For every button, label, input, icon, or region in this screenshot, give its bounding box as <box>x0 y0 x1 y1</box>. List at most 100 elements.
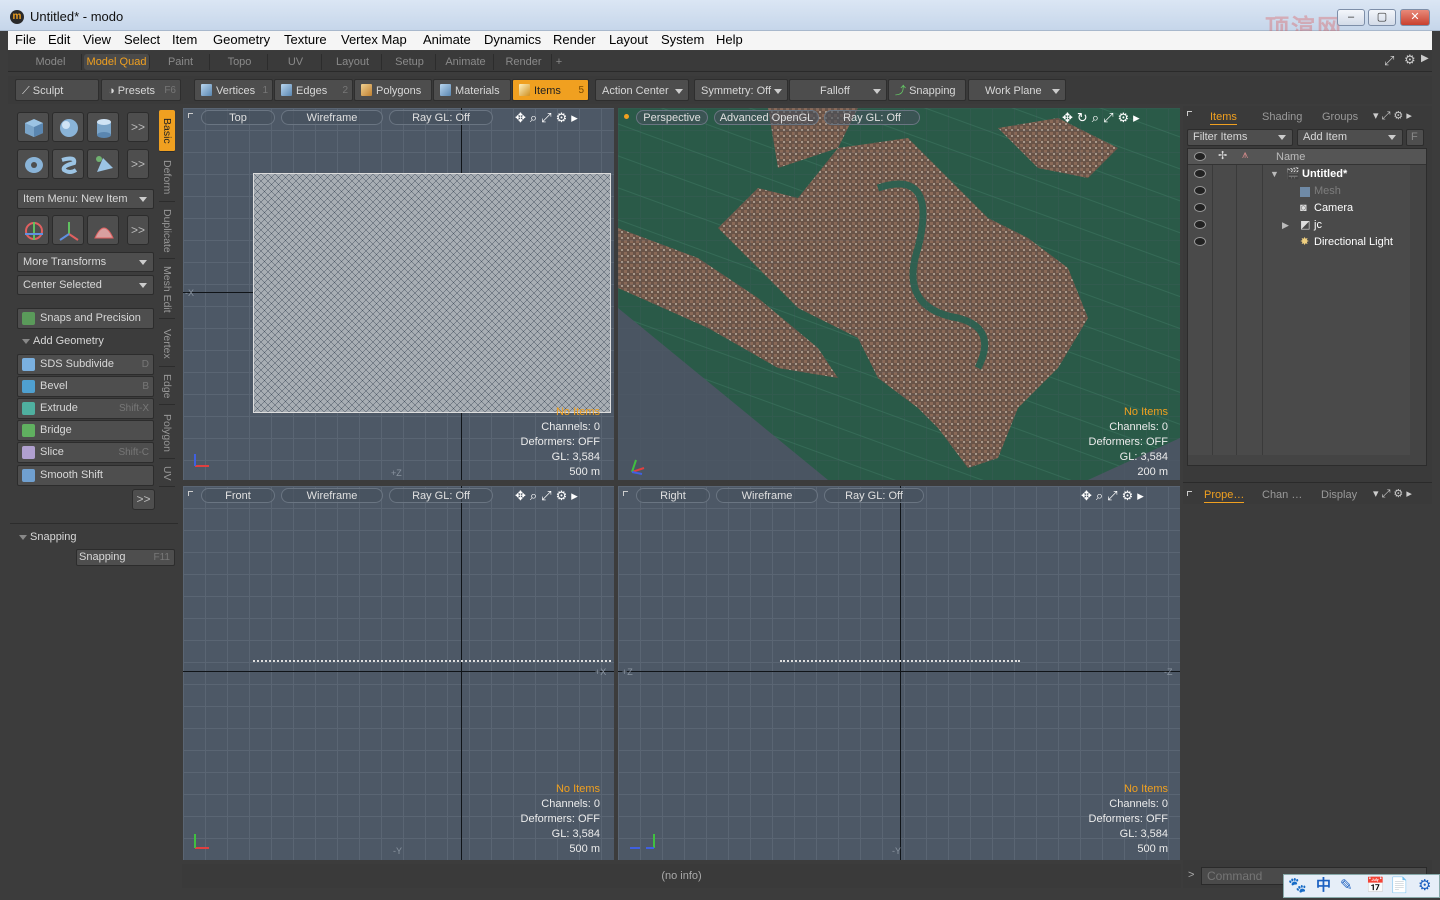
vtab-basic[interactable]: Basic <box>159 110 175 152</box>
expand-icon[interactable]: ⤢ <box>1384 53 1394 69</box>
move-tool-button[interactable] <box>17 215 49 245</box>
eye-icon[interactable] <box>1194 237 1206 246</box>
eye-icon[interactable] <box>1194 203 1206 212</box>
gear-icon[interactable]: ⚙ <box>1418 875 1431 897</box>
ray-gl-toggle[interactable]: Ray GL: Off <box>389 488 493 503</box>
capsule-primitive-button[interactable] <box>52 149 84 179</box>
menu-animate[interactable]: Animate <box>423 32 471 47</box>
viewport-perspective[interactable]: Perspective Advanced OpenGL Ray GL: Off … <box>618 108 1180 480</box>
more-primitives-button[interactable]: >> <box>127 112 149 142</box>
expand-arrow-icon[interactable]: ▼ <box>1270 166 1279 183</box>
shading-selector[interactable]: Wireframe <box>281 110 383 125</box>
edges-mode-button[interactable]: Edges 2 <box>274 79 353 101</box>
tab-properties[interactable]: Prope… <box>1204 487 1245 503</box>
tab-items[interactable]: Items <box>1210 109 1237 125</box>
add-geometry-section[interactable]: Add Geometry <box>17 333 154 350</box>
snapping-toggle[interactable]: ⤴ Snapping <box>888 79 966 101</box>
presets-button[interactable]: ◑ Presets F6 <box>101 79 181 101</box>
shading-selector[interactable]: Advanced OpenGL <box>714 110 819 125</box>
calendar-icon[interactable]: 📅 <box>1366 875 1385 897</box>
vtab-edge[interactable]: Edge <box>159 369 175 405</box>
symmetry-dropdown[interactable]: Symmetry: Off <box>694 79 788 101</box>
tab-paint[interactable]: Paint <box>152 54 210 70</box>
menu-geometry[interactable]: Geometry <box>213 32 270 47</box>
ray-gl-toggle[interactable]: Ray GL: Off <box>389 110 493 125</box>
sphere-primitive-button[interactable] <box>52 112 84 142</box>
items-mode-button[interactable]: Items 5 <box>512 79 589 101</box>
lock-icon[interactable]: ✢ <box>1218 149 1227 162</box>
viewport-front[interactable]: Front Wireframe Ray GL: Off ✥⌕⤢⚙▸ +X -Y … <box>183 486 614 860</box>
tab-display[interactable]: Display <box>1321 487 1357 503</box>
viewport-nav-icons[interactable]: ✥⌕⤢⚙▸ <box>1081 488 1148 504</box>
bridge-button[interactable]: Bridge <box>17 420 154 441</box>
maximize-button[interactable]: ▢ <box>1368 9 1396 26</box>
eye-icon[interactable] <box>1194 220 1206 229</box>
eye-icon[interactable] <box>1194 169 1206 178</box>
chevron-right-icon[interactable]: ▶ <box>1421 53 1429 64</box>
viewport-nav-icons[interactable]: ✥⌕⤢⚙▸ <box>515 110 582 126</box>
view-selector[interactable]: Top <box>201 110 275 125</box>
rotate-tool-button[interactable] <box>52 215 84 245</box>
tree-row[interactable]: ◙ Camera <box>1188 200 1426 217</box>
paw-icon[interactable]: 🐾 <box>1288 875 1307 897</box>
add-layout-tab-button[interactable]: + <box>553 54 565 70</box>
tree-row[interactable]: Mesh <box>1188 183 1426 200</box>
tab-render[interactable]: Render <box>496 54 552 70</box>
more-tools-button[interactable]: >> <box>127 149 149 179</box>
tree-row[interactable]: ▶ ◩ jc <box>1188 217 1426 234</box>
tree-row[interactable]: ✸ Directional Light <box>1188 234 1426 251</box>
scale-tool-button[interactable] <box>87 215 119 245</box>
add-item-dropdown[interactable]: Add Item <box>1297 129 1403 146</box>
ray-gl-toggle[interactable]: Ray GL: Off <box>824 110 920 125</box>
item-menu-dropdown[interactable]: Item Menu: New Item <box>17 189 154 209</box>
bevel-button[interactable]: Bevel B <box>17 376 154 397</box>
document-icon[interactable]: 📄 <box>1390 875 1409 897</box>
close-button[interactable]: ✕ <box>1400 9 1430 26</box>
tab-layout[interactable]: Layout <box>324 54 382 70</box>
filter-items-dropdown[interactable]: Filter Items <box>1187 129 1293 146</box>
viewport-nav-icons[interactable]: ✥⌕⤢⚙▸ <box>515 488 582 504</box>
tree-row[interactable]: ▼ 🎬 Untitled* <box>1188 166 1426 183</box>
menu-dynamics[interactable]: Dynamics <box>484 32 541 47</box>
menu-vertex-map[interactable]: Vertex Map <box>341 32 407 47</box>
menu-system[interactable]: System <box>661 32 704 47</box>
vtab-duplicate[interactable]: Duplicate <box>159 204 175 259</box>
vertices-mode-button[interactable]: Vertices 1 <box>194 79 273 101</box>
smooth-shift-button[interactable]: Smooth Shift <box>17 465 154 486</box>
torus-primitive-button[interactable] <box>17 149 49 179</box>
expand-arrow-icon[interactable]: ▶ <box>1282 217 1289 234</box>
vtab-deform[interactable]: Deform <box>159 154 175 202</box>
extrude-button[interactable]: Extrude Shift-X <box>17 398 154 419</box>
tab-model[interactable]: Model <box>20 54 82 70</box>
tab-channels[interactable]: Chan … <box>1262 487 1302 503</box>
eye-icon[interactable] <box>1194 186 1206 195</box>
snapping-button[interactable]: Snapping F11 <box>76 549 175 566</box>
name-column-header[interactable]: Name <box>1276 151 1305 163</box>
tab-uv[interactable]: UV <box>270 54 322 70</box>
tab-setup[interactable]: Setup <box>384 54 436 70</box>
work-plane-dropdown[interactable]: Work Plane <box>968 79 1066 101</box>
vtab-vertex[interactable]: Vertex <box>159 321 175 367</box>
sds-subdivide-button[interactable]: SDS Subdivide D <box>17 354 154 375</box>
action-center-dropdown[interactable]: Action Center <box>595 79 689 101</box>
tab-topo[interactable]: Topo <box>212 54 268 70</box>
view-selector[interactable]: Perspective <box>636 110 708 125</box>
panel-controls-icons[interactable]: ▾ ⤢ ⚙ ▸ <box>1373 487 1412 501</box>
sculpt-button[interactable]: ⟋ Sculpt <box>15 79 99 101</box>
chinese-input-icon[interactable]: 中 <box>1316 875 1331 897</box>
menu-view[interactable]: View <box>83 32 111 47</box>
cube-primitive-button[interactable] <box>17 112 49 142</box>
menu-layout[interactable]: Layout <box>609 32 648 47</box>
materials-mode-button[interactable]: Materials <box>433 79 511 101</box>
shading-selector[interactable]: Wireframe <box>281 488 383 503</box>
vtab-uv[interactable]: UV <box>159 461 175 487</box>
more-geometry-button[interactable]: >> <box>132 489 155 510</box>
menu-file[interactable]: File <box>15 32 36 47</box>
menu-edit[interactable]: Edit <box>48 32 70 47</box>
cylinder-primitive-button[interactable] <box>87 112 119 142</box>
render-icon[interactable]: ⩚ <box>1242 149 1248 162</box>
viewport-right[interactable]: Right Wireframe Ray GL: Off ✥⌕⤢⚙▸ +Z -Z … <box>618 486 1180 860</box>
panel-controls-icons[interactable]: ▾ ⤢ ⚙ ▸ <box>1373 109 1412 123</box>
vtab-mesh-edit[interactable]: Mesh Edit <box>159 261 175 319</box>
gear-icon[interactable]: ⚙ <box>1404 52 1416 68</box>
